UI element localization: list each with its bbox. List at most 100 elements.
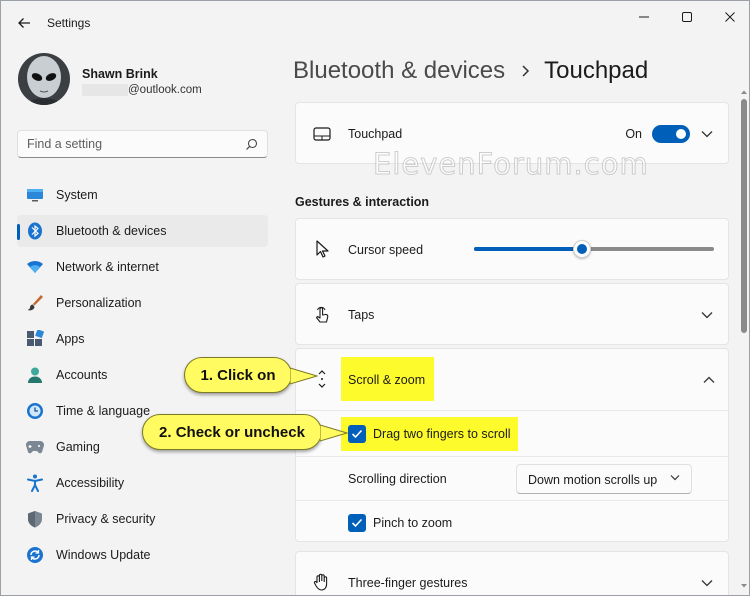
- alien-avatar-icon: [18, 53, 70, 105]
- cursor-icon: [312, 239, 332, 259]
- avatar[interactable]: [18, 53, 70, 105]
- sidebar-item-apps[interactable]: Apps: [17, 323, 268, 355]
- wifi-icon: [26, 258, 44, 276]
- sidebar-item-windows-update[interactable]: Windows Update: [17, 539, 268, 571]
- scrolling-direction-label: Scrolling direction: [348, 472, 447, 486]
- selection-indicator: [17, 224, 20, 240]
- update-icon: [26, 546, 44, 564]
- pinch-to-zoom-checkbox[interactable]: [348, 514, 366, 532]
- checkmark-icon: [351, 518, 363, 528]
- title-bar: Settings: [1, 1, 749, 45]
- monitor-icon: [26, 186, 44, 204]
- email-redaction: [82, 84, 128, 96]
- scroll-up-arrow-icon[interactable]: [740, 89, 748, 95]
- pinch-to-zoom-row: Pinch to zoom: [296, 500, 730, 543]
- scroll-zoom-card: Scroll & zoom Drag two fingers to scroll…: [295, 348, 730, 543]
- touchpad-icon: [312, 124, 332, 144]
- sidebar-item-label: Network & internet: [56, 260, 159, 274]
- gamepad-icon: [26, 438, 44, 456]
- sidebar-item-label: Personalization: [56, 296, 142, 310]
- accessibility-icon: [26, 474, 44, 492]
- sidebar-item-label: Gaming: [56, 440, 100, 454]
- sidebar-item-label: Windows Update: [56, 548, 151, 562]
- section-title: Gestures & interaction: [295, 195, 430, 209]
- maximize-icon: [682, 12, 692, 22]
- back-arrow-icon: [18, 18, 30, 28]
- breadcrumb: Bluetooth & devices Touchpad: [293, 54, 648, 88]
- minimize-icon: [639, 16, 649, 18]
- user-email: @outlook.com: [128, 84, 202, 96]
- maximize-button[interactable]: [669, 7, 705, 27]
- sidebar-item-label: Bluetooth & devices: [56, 224, 167, 238]
- person-icon: [26, 366, 44, 384]
- drag-two-fingers-checkbox[interactable]: [348, 425, 366, 443]
- callout-step1: 1. Click on: [184, 357, 292, 393]
- sidebar-item-bluetooth-devices[interactable]: Bluetooth & devices: [17, 215, 268, 247]
- clock-globe-icon: [26, 402, 44, 420]
- slider-thumb[interactable]: [573, 240, 591, 258]
- close-icon: [725, 12, 735, 22]
- dropdown-value: Down motion scrolls up: [528, 473, 658, 487]
- shield-icon: [26, 510, 44, 528]
- slider-fill: [474, 247, 582, 251]
- sidebar-item-system[interactable]: System: [17, 179, 268, 211]
- sidebar-item-label: Time & language: [56, 404, 151, 418]
- touchpad-label: Touchpad: [348, 127, 403, 141]
- bluetooth-icon: [26, 222, 44, 240]
- sidebar-item-network-internet[interactable]: Network & internet: [17, 251, 268, 283]
- three-finger-label: Three-finger gestures: [348, 576, 468, 590]
- tap-hand-icon: [312, 305, 332, 325]
- breadcrumb-parent[interactable]: Bluetooth & devices: [293, 57, 505, 85]
- back-button[interactable]: [11, 11, 37, 35]
- scroll-zoom-header[interactable]: Scroll & zoom: [296, 349, 730, 410]
- user-email-row: @outlook.com: [82, 83, 202, 97]
- chevron-down-icon[interactable]: [700, 576, 714, 590]
- vertical-scrollbar[interactable]: [741, 99, 747, 333]
- scroll-zoom-label: Scroll & zoom: [348, 373, 426, 387]
- paintbrush-icon: [26, 294, 44, 312]
- sidebar-item-label: Privacy & security: [56, 512, 156, 526]
- cursor-speed-card: Cursor speed: [295, 218, 729, 280]
- sidebar-item-personalization[interactable]: Personalization: [17, 287, 268, 319]
- toggle-knob: [676, 129, 686, 139]
- watermark: ElevenForum.com: [373, 147, 649, 182]
- page-title: Touchpad: [544, 57, 649, 84]
- three-finger-card[interactable]: Three-finger gestures: [295, 551, 729, 595]
- cursor-speed-slider[interactable]: [474, 240, 714, 258]
- chevron-up-icon[interactable]: [702, 373, 716, 387]
- close-button[interactable]: [712, 7, 748, 27]
- sidebar-item-label: Apps: [56, 332, 85, 346]
- chevron-down-icon: [670, 475, 680, 481]
- sidebar-item-label: System: [56, 188, 98, 202]
- search-icon: [246, 138, 258, 150]
- scrolling-direction-dropdown[interactable]: Down motion scrolls up: [516, 464, 692, 494]
- chevron-down-icon[interactable]: [700, 127, 714, 141]
- drag-two-fingers-label: Drag two fingers to scroll: [373, 427, 511, 441]
- pinch-to-zoom-label: Pinch to zoom: [373, 516, 453, 530]
- apps-icon: [26, 330, 44, 348]
- toggle-state-label: On: [625, 127, 642, 141]
- taps-card[interactable]: Taps: [295, 283, 729, 345]
- sidebar-item-privacy-security[interactable]: Privacy & security: [17, 503, 268, 535]
- scroll-down-arrow-icon[interactable]: [740, 583, 748, 589]
- sidebar-item-label: Accounts: [56, 368, 108, 382]
- taps-label: Taps: [348, 308, 375, 322]
- checkmark-icon: [351, 429, 363, 439]
- minimize-button[interactable]: [626, 7, 662, 27]
- scrolling-direction-row: Scrolling direction Down motion scrolls …: [296, 456, 730, 500]
- app-title: Settings: [47, 16, 91, 30]
- chevron-down-icon[interactable]: [700, 308, 714, 322]
- touchpad-toggle[interactable]: [652, 125, 690, 143]
- slider-thumb-inner: [577, 244, 587, 254]
- callout-step2: 2. Check or uncheck: [142, 414, 322, 450]
- chevron-right-icon: [521, 64, 530, 78]
- user-name: Shawn Brink: [82, 67, 158, 81]
- drag-two-fingers-row: Drag two fingers to scroll: [296, 410, 730, 456]
- callout-pointer: [290, 367, 318, 385]
- sidebar-item-label: Accessibility: [56, 476, 125, 490]
- callout-pointer: [320, 424, 348, 442]
- search-input[interactable]: Find a setting: [27, 137, 102, 151]
- sidebar-item-accessibility[interactable]: Accessibility: [17, 467, 268, 499]
- hand-icon: [312, 572, 332, 592]
- search-box[interactable]: Find a setting: [17, 130, 268, 158]
